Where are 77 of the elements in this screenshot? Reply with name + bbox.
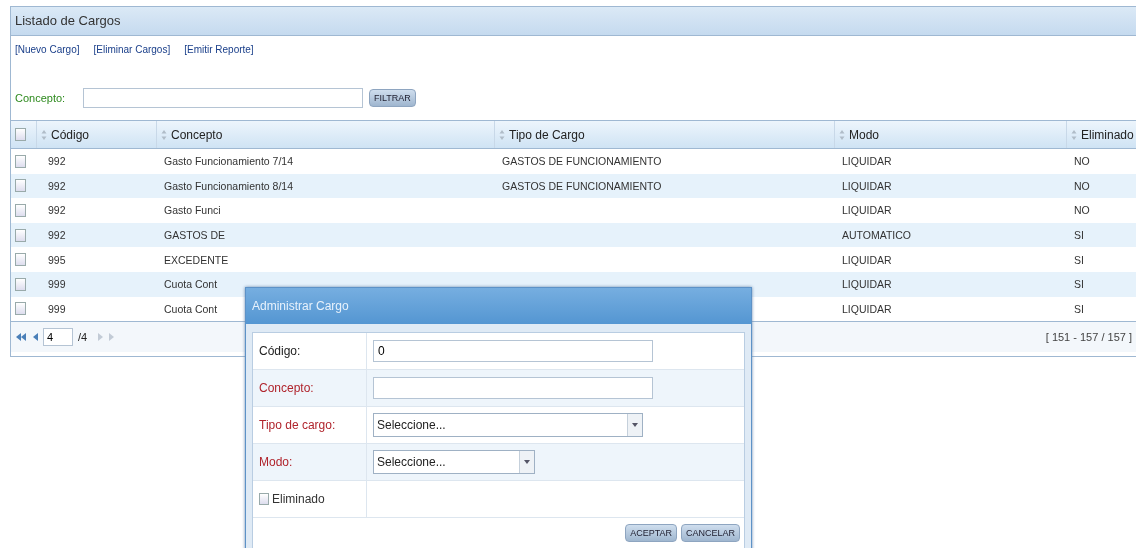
column-header[interactable]: Tipo de Cargo bbox=[494, 121, 834, 148]
select-all-checkbox[interactable] bbox=[15, 128, 26, 141]
table-cell: SI bbox=[1074, 302, 1084, 315]
dialog-title: Administrar Cargo bbox=[246, 288, 751, 324]
page-field[interactable]: 4 bbox=[43, 328, 73, 347]
toolbar-link[interactable]: [Emitir Reporte] bbox=[184, 44, 254, 55]
previous-page-icon[interactable] bbox=[32, 333, 38, 342]
last-page-icon[interactable] bbox=[109, 333, 116, 342]
next-page-icon[interactable] bbox=[98, 333, 105, 342]
table-cell: NO bbox=[1074, 204, 1090, 217]
filter-button[interactable]: FILTRAR bbox=[369, 89, 416, 107]
select-field[interactable]: Seleccione... bbox=[373, 413, 643, 437]
row-checkbox[interactable] bbox=[15, 253, 26, 267]
table-cell: SI bbox=[1074, 229, 1084, 242]
table-cell: LIQUIDAR bbox=[842, 179, 892, 192]
sort-icon[interactable] bbox=[1071, 128, 1077, 141]
filter-label: Concepto: bbox=[15, 92, 67, 104]
table-cell: Cuota Cont bbox=[164, 278, 218, 291]
row-checkbox[interactable] bbox=[15, 204, 26, 217]
table-cell: LIQUIDAR bbox=[842, 253, 892, 266]
table-cell: 992 bbox=[48, 229, 66, 242]
field-label: Código: bbox=[259, 344, 301, 358]
table-cell: NO bbox=[1074, 179, 1090, 192]
table-cell: LIQUIDAR bbox=[842, 278, 892, 291]
table-cell: 992 bbox=[48, 155, 66, 168]
concept-filter-field[interactable] bbox=[83, 88, 363, 108]
table-cell: GASTOS DE bbox=[164, 229, 226, 242]
table-cell: Gasto Funcionamiento 7/14 bbox=[164, 155, 293, 168]
record-range: [ 151 - 157 / 157 ] bbox=[1045, 331, 1132, 344]
table-cell: 999 bbox=[48, 278, 66, 291]
checkbox-label: Eliminado bbox=[272, 492, 325, 506]
deleted-checkbox[interactable] bbox=[259, 493, 269, 505]
page-total: /4 bbox=[78, 331, 88, 344]
table-cell: LIQUIDAR bbox=[842, 155, 892, 168]
table-cell: Cuota Cont bbox=[164, 302, 218, 315]
dialog-button[interactable]: ACEPTAR bbox=[625, 524, 677, 542]
sort-icon[interactable] bbox=[41, 128, 47, 141]
row-checkbox[interactable] bbox=[15, 179, 26, 193]
table-cell: 992 bbox=[48, 204, 66, 217]
sort-icon[interactable] bbox=[161, 128, 167, 141]
dialog-button[interactable]: CANCELAR bbox=[681, 524, 740, 542]
table-cell: SI bbox=[1074, 253, 1084, 266]
column-header[interactable]: Eliminado bbox=[1066, 121, 1136, 148]
row-checkbox[interactable] bbox=[15, 154, 26, 168]
select-field[interactable]: Seleccione... bbox=[373, 450, 535, 474]
sort-icon[interactable] bbox=[839, 128, 845, 141]
caret-icon[interactable] bbox=[632, 423, 638, 427]
toolbar-link[interactable]: [Eliminar Cargos] bbox=[93, 44, 171, 55]
caret-icon[interactable] bbox=[524, 460, 530, 464]
table-cell: 999 bbox=[48, 302, 66, 315]
input-field[interactable]: 0 bbox=[373, 340, 653, 362]
column-header[interactable]: Código bbox=[36, 121, 156, 148]
row-checkbox[interactable] bbox=[15, 302, 26, 316]
table-cell: GASTOS DE FUNCIONAMIENTO bbox=[502, 155, 662, 168]
column-header[interactable]: Modo bbox=[834, 121, 1066, 148]
field-label: Modo: bbox=[259, 455, 293, 469]
field-label: Tipo de cargo: bbox=[259, 418, 336, 432]
table-cell: SI bbox=[1074, 278, 1084, 291]
table-cell: EXCEDENTE bbox=[164, 253, 229, 266]
table-cell: LIQUIDAR bbox=[842, 302, 892, 315]
table-cell: 992 bbox=[48, 179, 66, 192]
table-cell: GASTOS DE FUNCIONAMIENTO bbox=[502, 179, 662, 192]
column-header[interactable]: Concepto bbox=[156, 121, 494, 148]
first-page-icon[interactable] bbox=[15, 333, 27, 342]
table-cell: 995 bbox=[48, 253, 66, 266]
table-cell: AUTOMATICO bbox=[842, 229, 912, 242]
table-cell: Gasto Funci bbox=[164, 204, 221, 217]
field-label: Concepto: bbox=[259, 381, 314, 395]
table-cell: Gasto Funcionamiento 8/14 bbox=[164, 179, 293, 192]
panel-title: Listado de Cargos bbox=[11, 7, 1136, 36]
row-checkbox[interactable] bbox=[15, 277, 26, 291]
sort-icon[interactable] bbox=[499, 128, 505, 141]
table-cell: NO bbox=[1074, 155, 1090, 168]
toolbar-link[interactable]: [Nuevo Cargo] bbox=[15, 44, 80, 55]
input-field[interactable] bbox=[373, 377, 653, 399]
row-checkbox[interactable] bbox=[15, 228, 26, 242]
table-cell: LIQUIDAR bbox=[842, 204, 892, 217]
